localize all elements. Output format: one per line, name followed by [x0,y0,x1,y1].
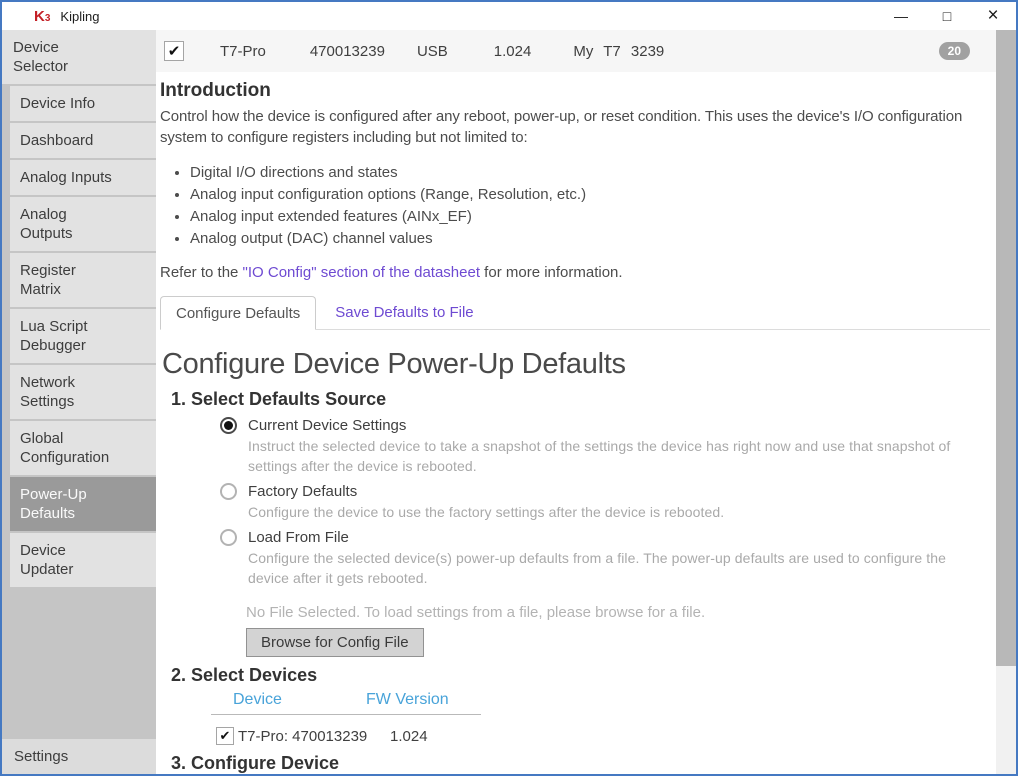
section1-heading: 1. Select Defaults Source [171,389,990,410]
sidebar-nav: Device Selector Device Info Dashboard An… [2,30,156,774]
option-label[interactable]: Current Device Settings [248,415,990,436]
option-description: Configure the device to use the factory … [248,502,724,522]
close-button[interactable]: × [970,2,1016,30]
device-connection: USB [417,43,448,60]
column-header-device: Device [211,691,366,709]
device-firmware: 1.024 [494,43,532,60]
page-title: Configure Device Power-Up Defaults [162,348,990,381]
main-panel: Introduction Control how the device is c… [156,72,996,774]
sidebar-item-device-updater[interactable]: Device Updater [10,533,156,587]
device-serial: 470013239 [310,43,385,60]
defaults-tab-bar: Configure Defaults Save Defaults to File [160,296,990,330]
device-checkbox[interactable]: ✔ [164,41,184,61]
row-device-checkbox[interactable]: ✔ [216,727,234,745]
option-current-device-settings: Current Device Settings Instruct the sel… [220,415,990,476]
window-title: Kipling [60,9,99,24]
browse-for-config-file-button[interactable]: Browse for Config File [246,628,424,657]
option-factory-defaults: Factory Defaults Configure the device to… [220,481,990,522]
sidebar-item-dashboard[interactable]: Dashboard [10,123,156,158]
column-header-fw-version: FW Version [366,691,449,709]
app-body: Device Selector Device Info Dashboard An… [2,30,1016,774]
bullet-item: Analog output (DAC) channel values [190,228,990,250]
section2-heading: 2. Select Devices [171,665,990,686]
option-description: Instruct the selected device to take a s… [248,436,990,476]
option-text: Factory Defaults Configure the device to… [248,481,724,522]
option-label[interactable]: Load From File [248,527,990,548]
window-controls: — □ × [878,2,1016,30]
kipling-logo-icon: K3 [34,8,50,25]
title-bar: K3 Kipling — □ × [2,2,1016,30]
row-fw-version: 1.024 [390,728,428,745]
radio-load-from-file[interactable] [220,529,237,546]
io-config-datasheet-link[interactable]: "IO Config" section of the datasheet [243,264,480,281]
bullet-item: Analog input configuration options (Rang… [190,184,990,206]
option-description: Configure the selected device(s) power-u… [248,548,990,588]
intro-bullet-list: Digital I/O directions and states Analog… [160,162,990,250]
table-header-row: Device FW Version [211,691,481,715]
select-devices-table: Device FW Version ✔ T7-Pro: 470013239 1.… [211,691,990,745]
bullet-item: Digital I/O directions and states [190,162,990,184]
sidebar-item-power-up-defaults[interactable]: Power-Up Defaults [10,477,156,531]
intro-heading: Introduction [160,80,990,102]
no-file-selected-text: No File Selected. To load settings from … [246,604,990,621]
refer-line: Refer to the "IO Config" section of the … [160,264,990,281]
option-text: Load From File Configure the selected de… [248,527,990,588]
bullet-item: Analog input extended features (AINx_EF) [190,206,990,228]
device-count-badge: 20 [939,42,970,60]
radio-factory-defaults[interactable] [220,483,237,500]
tab-configure-defaults[interactable]: Configure Defaults [160,296,316,330]
sidebar-item-device-selector[interactable]: Device Selector [2,30,156,84]
sidebar-item-analog-inputs[interactable]: Analog Inputs [10,160,156,195]
option-load-from-file: Load From File Configure the selected de… [220,527,990,588]
scrollbar-thumb[interactable] [996,30,1016,666]
device-name: My T7 3239 [573,43,664,60]
sidebar-item-global-configuration[interactable]: Global Configuration [10,421,156,475]
sidebar-item-network-settings[interactable]: Network Settings [10,365,156,419]
option-text: Current Device Settings Instruct the sel… [248,415,990,476]
sidebar-spacer [2,589,156,739]
section3-heading: 3. Configure Device [171,753,990,774]
content-area: ✔ T7-Pro 470013239 USB 1.024 My T7 3239 … [156,30,996,774]
table-row: ✔ T7-Pro: 470013239 1.024 [216,727,990,745]
sidebar-item-analog-outputs[interactable]: Analog Outputs [10,197,156,251]
intro-paragraph: Control how the device is configured aft… [160,106,990,148]
sidebar-item-register-matrix[interactable]: Register Matrix [10,253,156,307]
refer-suffix: for more information. [480,264,623,281]
minimize-button[interactable]: — [878,2,924,30]
vertical-scrollbar[interactable] [996,30,1016,774]
radio-current-device-settings[interactable] [220,417,237,434]
sidebar-item-settings[interactable]: Settings [2,739,156,774]
sidebar-item-device-info[interactable]: Device Info [10,86,156,121]
active-device-bar: ✔ T7-Pro 470013239 USB 1.024 My T7 3239 … [156,30,996,72]
refer-prefix: Refer to the [160,264,243,281]
app-window: K3 Kipling — □ × Device Selector Device … [0,0,1018,776]
maximize-button[interactable]: □ [924,2,970,30]
tab-save-defaults-to-file[interactable]: Save Defaults to File [320,296,488,329]
device-model: T7-Pro [220,43,266,60]
option-label[interactable]: Factory Defaults [248,481,724,502]
sidebar-item-lua-script-debugger[interactable]: Lua Script Debugger [10,309,156,363]
row-device-label: T7-Pro: 470013239 [238,728,372,745]
